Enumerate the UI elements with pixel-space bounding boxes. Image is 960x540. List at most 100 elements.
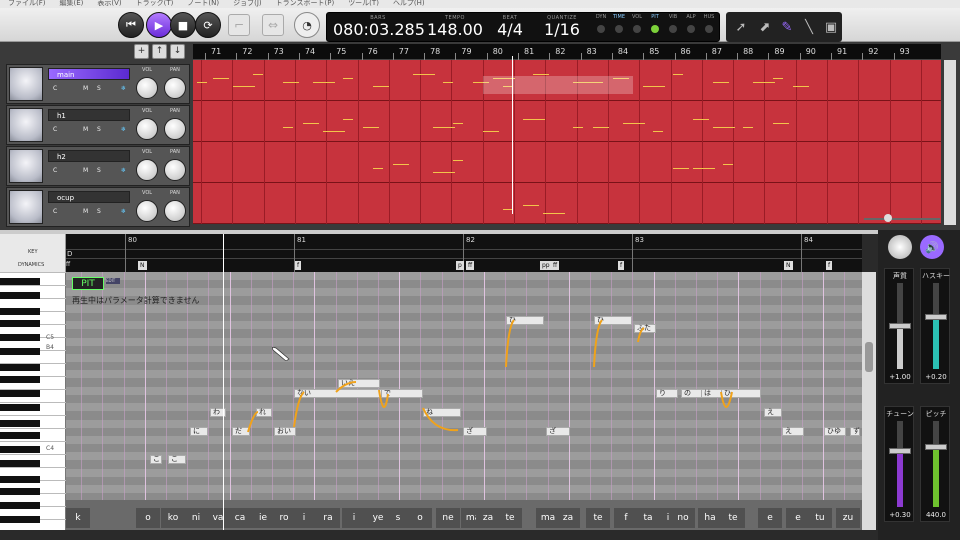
slider-handle[interactable] bbox=[889, 323, 911, 329]
black-key[interactable] bbox=[0, 292, 40, 299]
phoneme[interactable]: s bbox=[386, 508, 410, 528]
black-key[interactable] bbox=[0, 376, 40, 383]
phoneme[interactable]: za bbox=[476, 508, 500, 528]
pitch-curves[interactable] bbox=[66, 272, 862, 500]
track-name[interactable]: h2 bbox=[48, 150, 130, 162]
slider-handle[interactable] bbox=[925, 314, 947, 320]
play-button[interactable]: ▶ bbox=[146, 12, 172, 38]
snowflake-icon[interactable]: ❄ bbox=[121, 85, 126, 92]
black-key[interactable] bbox=[0, 502, 40, 509]
snowflake-icon[interactable]: ❄ bbox=[121, 167, 126, 174]
black-key[interactable] bbox=[0, 334, 40, 341]
black-key[interactable] bbox=[0, 516, 40, 523]
auto-scroll-icon[interactable]: ⇔ bbox=[262, 14, 284, 36]
pan-knob[interactable] bbox=[164, 200, 186, 222]
loop-button[interactable]: ⟳ bbox=[195, 12, 221, 38]
voice-slider[interactable]: 声質 +1.00 bbox=[884, 268, 914, 384]
phoneme[interactable]: e bbox=[758, 508, 782, 528]
dynamic-marker[interactable]: pp bbox=[540, 261, 552, 270]
phoneme[interactable]: e bbox=[786, 508, 810, 528]
black-key[interactable] bbox=[0, 476, 40, 483]
pitch-curve[interactable] bbox=[505, 319, 515, 368]
track-scrollbar[interactable] bbox=[944, 60, 956, 225]
menu-item[interactable]: ツール(T) bbox=[348, 0, 379, 7]
phoneme[interactable]: ni bbox=[184, 508, 208, 528]
black-key[interactable] bbox=[0, 278, 40, 285]
voice-slider[interactable]: ピッチ 440.0 bbox=[920, 406, 950, 522]
menu-item[interactable]: トラック(T) bbox=[136, 0, 174, 7]
volume-knob[interactable] bbox=[136, 200, 158, 222]
mute-button[interactable]: M bbox=[83, 208, 88, 215]
track-lane[interactable] bbox=[193, 183, 941, 224]
phoneme[interactable]: o bbox=[136, 508, 160, 528]
black-key[interactable] bbox=[0, 404, 40, 411]
mute-button[interactable]: M bbox=[83, 85, 88, 92]
pitch-curve[interactable] bbox=[593, 319, 603, 368]
track-c-button[interactable]: C bbox=[53, 85, 57, 92]
black-key[interactable] bbox=[0, 308, 40, 315]
stop-button[interactable]: ■ bbox=[170, 12, 196, 38]
mute-button[interactable]: M bbox=[83, 167, 88, 174]
track-lane[interactable] bbox=[193, 101, 941, 142]
phoneme[interactable]: f bbox=[614, 508, 638, 528]
mute-button[interactable]: M bbox=[83, 126, 88, 133]
track-c-button[interactable]: C bbox=[53, 126, 57, 133]
piano-keyboard[interactable]: C5 B4 C4 bbox=[0, 272, 66, 530]
line-tool-icon[interactable]: ╲ bbox=[798, 16, 820, 38]
add-track-button[interactable]: + bbox=[134, 44, 149, 59]
metronome-icon[interactable]: ◔ bbox=[294, 12, 320, 38]
menu-item[interactable]: ノート(N) bbox=[187, 0, 219, 7]
phoneme[interactable]: k bbox=[66, 508, 90, 528]
menu-item[interactable]: ヘルプ(H) bbox=[393, 0, 425, 7]
phoneme[interactable]: ca bbox=[228, 508, 252, 528]
track-name[interactable]: h1 bbox=[48, 109, 130, 121]
menu-item[interactable]: 表示(V) bbox=[97, 0, 121, 7]
track-zoom-slider[interactable] bbox=[860, 214, 944, 224]
phoneme[interactable]: te bbox=[586, 508, 610, 528]
phoneme[interactable]: tu bbox=[808, 508, 832, 528]
black-key[interactable] bbox=[0, 460, 40, 467]
black-key[interactable] bbox=[0, 348, 40, 355]
phoneme[interactable]: ne bbox=[436, 508, 460, 528]
phoneme[interactable]: ko bbox=[161, 508, 185, 528]
solo-button[interactable]: S bbox=[97, 85, 101, 92]
pitch-curve[interactable] bbox=[637, 327, 645, 343]
snowflake-icon[interactable]: ❄ bbox=[121, 208, 126, 215]
black-key[interactable] bbox=[0, 432, 40, 439]
dynamic-marker[interactable]: f bbox=[826, 261, 833, 270]
pan-knob[interactable] bbox=[164, 159, 186, 181]
voice-slider[interactable]: チューン +0.30 bbox=[884, 406, 914, 522]
speaker-icon[interactable]: 🔊 bbox=[920, 235, 944, 259]
pitch-curve[interactable] bbox=[247, 411, 259, 433]
track-lane[interactable] bbox=[193, 60, 941, 101]
dynamic-marker[interactable]: p bbox=[456, 261, 464, 270]
pan-knob[interactable] bbox=[164, 118, 186, 140]
black-key[interactable] bbox=[0, 364, 40, 371]
track-header[interactable]: main C M S ❄ VOL PAN bbox=[6, 64, 190, 104]
pitch-curve[interactable] bbox=[378, 389, 389, 408]
window-icon[interactable]: ▣ bbox=[820, 16, 842, 38]
phoneme[interactable]: ra bbox=[316, 508, 340, 528]
pitch-curve[interactable] bbox=[720, 391, 733, 408]
solo-button[interactable]: S bbox=[97, 126, 101, 133]
dynamic-marker[interactable]: ff bbox=[466, 261, 475, 270]
track-header[interactable]: h1 C M S ❄ VOL PAN bbox=[6, 105, 190, 145]
phoneme[interactable]: te bbox=[498, 508, 522, 528]
track-name[interactable]: ocup bbox=[48, 191, 130, 203]
dynamic-marker[interactable]: f bbox=[618, 261, 625, 270]
slider-handle[interactable] bbox=[925, 444, 947, 450]
dynamic-marker[interactable]: N bbox=[784, 261, 793, 270]
key-value[interactable]: D bbox=[67, 250, 72, 258]
volume-knob[interactable] bbox=[136, 77, 158, 99]
piano-roll[interactable]: ひひふた いえ ないでりのはひわれえねにだおいざざえひゆずここ bbox=[66, 272, 862, 500]
rewind-button[interactable]: ⏮ bbox=[118, 12, 144, 38]
pitch-curve[interactable] bbox=[335, 381, 357, 393]
phoneme[interactable]: o bbox=[408, 508, 432, 528]
quantize-value[interactable]: 1/16 bbox=[537, 21, 587, 39]
move-up-button[interactable]: ↑ bbox=[152, 44, 167, 59]
track-c-button[interactable]: C bbox=[53, 167, 57, 174]
volume-knob[interactable] bbox=[136, 159, 158, 181]
editor-scrollbar[interactable] bbox=[862, 272, 876, 530]
menu-item[interactable]: トランスポート(P) bbox=[276, 0, 335, 7]
pan-knob[interactable] bbox=[164, 77, 186, 99]
